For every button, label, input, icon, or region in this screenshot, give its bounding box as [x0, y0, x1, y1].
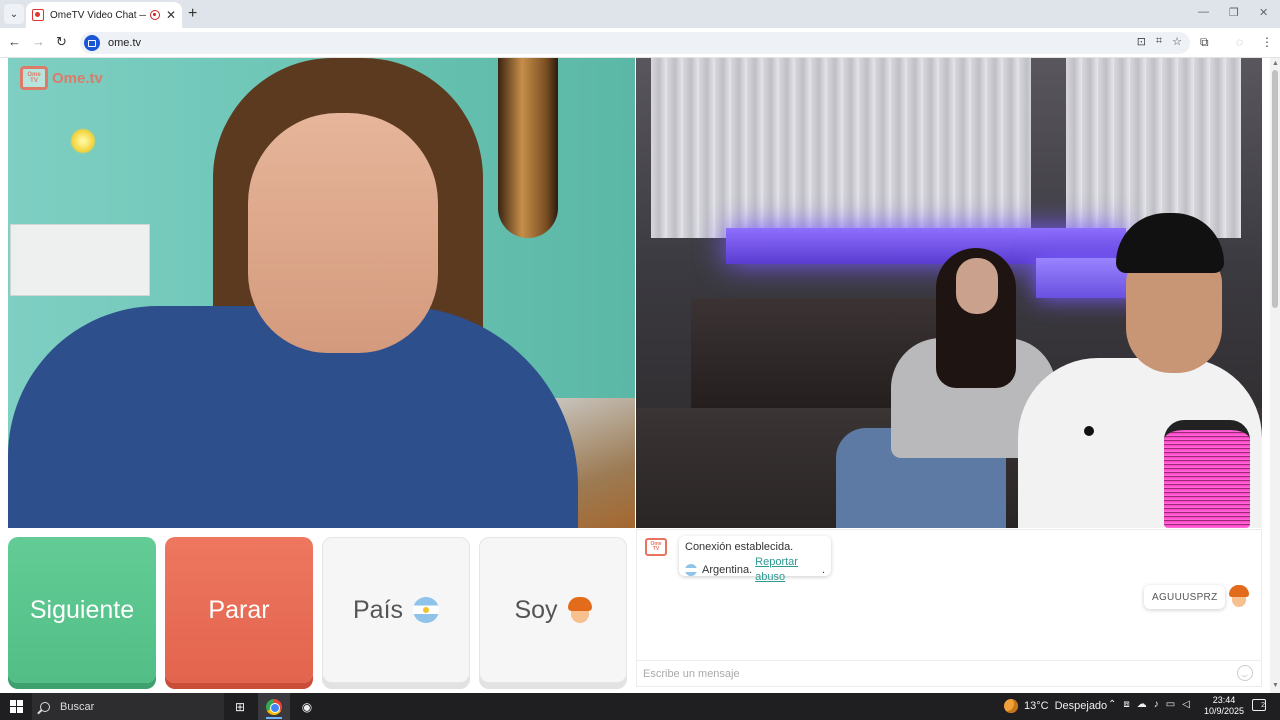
minimize-button[interactable]: —: [1198, 6, 1209, 18]
gender-button[interactable]: Soy: [479, 537, 627, 683]
translate-icon[interactable]: ⌗: [1156, 35, 1162, 48]
curtain-right: [1066, 58, 1241, 238]
star-icon[interactable]: ☆: [1172, 35, 1182, 48]
browser-toolbar: ← → ↻ ome.tv ⊡ ⌗ ☆ ⧉ ◌ ⋮: [0, 28, 1280, 58]
tab-ometv[interactable]: OmeTV Video Chat — Ome ✕: [26, 2, 182, 28]
microphone-icon[interactable]: ♪: [1154, 699, 1159, 710]
recording-icon: [149, 10, 160, 20]
report-abuse-link[interactable]: Reportar abuso: [755, 555, 822, 585]
user-message: AGUUUSPRZ: [1144, 585, 1226, 609]
moon-icon: [1004, 699, 1018, 713]
system-message: Conexión establecida. Argentina. Reporta…: [679, 536, 831, 583]
chat-panel: Ome TV Conexión establecida. Argentina. …: [636, 529, 1262, 687]
weather-text: Despejado: [1054, 700, 1108, 712]
page-scrollbar[interactable]: ▲ ▼: [1270, 58, 1280, 693]
country-button-label: País: [352, 595, 404, 624]
wall-paper: [10, 224, 150, 296]
emoji-icon[interactable]: [1237, 665, 1253, 681]
maximize-button[interactable]: ❐: [1229, 6, 1239, 19]
gender-button-label: Soy: [514, 595, 558, 624]
country-button[interactable]: País: [322, 537, 470, 683]
back-button[interactable]: ←: [8, 34, 21, 49]
volume-icon[interactable]: ◁: [1182, 699, 1190, 710]
chat-input-area: [637, 660, 1261, 686]
clock[interactable]: 23:44 10/9/2025: [1200, 695, 1248, 717]
stop-button[interactable]: Parar: [165, 537, 313, 683]
username-text: AGUUUSPRZ: [1152, 591, 1218, 603]
forward-button[interactable]: →: [32, 34, 45, 49]
stop-button-label: Parar: [208, 595, 270, 624]
local-video: Ome TV Ome.tv: [8, 58, 635, 528]
curtain-left: [651, 58, 1031, 238]
message-input[interactable]: [643, 662, 1223, 685]
system-tray: ⌃ ⧈ ☁ ♪ ▭ ◁: [1108, 699, 1190, 710]
new-tab-button[interactable]: +: [188, 5, 197, 23]
next-button[interactable]: Siguiente: [8, 537, 156, 683]
scroll-down-arrow-icon[interactable]: ▼: [1272, 682, 1279, 689]
argentina-flag-icon: [413, 597, 440, 623]
url-text: ome.tv: [108, 37, 142, 49]
screen-recorder-icon[interactable]: ◉: [297, 697, 317, 717]
task-view-icon[interactable]: ⊞: [230, 697, 250, 717]
clock-date: 10/9/2025: [1203, 706, 1245, 716]
close-window-button[interactable]: ✕: [1259, 6, 1268, 19]
taskbar-search[interactable]: Buscar: [32, 693, 224, 720]
tray-chevron-icon[interactable]: ⌃: [1108, 699, 1116, 710]
ometv-page: Ome TV Ome.tv Siguiente Parar País Soy O…: [0, 58, 1280, 693]
remote-girl-face: [956, 258, 998, 314]
country-text: Argentina.: [702, 563, 753, 576]
reload-button[interactable]: ↻: [56, 34, 67, 50]
chrome-icon[interactable]: [264, 697, 284, 717]
site-info-icon[interactable]: [84, 35, 100, 51]
ometv-logo: Ome TV Ome.tv: [20, 66, 103, 90]
tab-close-button[interactable]: ✕: [166, 8, 176, 22]
windows-start-icon[interactable]: [10, 700, 23, 713]
weather-temp: 13°C: [1024, 700, 1049, 712]
menu-icon[interactable]: ⋮: [1261, 35, 1273, 49]
tab-title: OmeTV Video Chat — Ome: [50, 9, 146, 21]
install-icon[interactable]: ⊡: [1137, 35, 1146, 48]
extensions-icon[interactable]: ⧉: [1200, 35, 1209, 50]
connection-established-text: Conexión establecida.: [685, 541, 794, 553]
ometv-tv-icon: Ome TV: [20, 66, 48, 90]
clock-time: 23:44: [1212, 695, 1236, 705]
tab-strip: ⌄ OmeTV Video Chat — Ome ✕ + — ❐ ✕: [0, 0, 1280, 28]
notification-icon[interactable]: 2: [1252, 699, 1266, 711]
next-button-label: Siguiente: [29, 595, 135, 624]
shirt-button: [1084, 426, 1094, 436]
argentina-flag-icon: [685, 564, 697, 576]
report-suffix: .: [821, 563, 825, 576]
notification-count: 2: [1261, 702, 1265, 709]
user-avatar-icon: [1229, 585, 1249, 609]
rgb-speaker: [1164, 420, 1250, 528]
remote-video: [636, 58, 1262, 528]
local-person-face: [248, 113, 438, 353]
scroll-thumb[interactable]: [1272, 70, 1278, 308]
ometv-logo-text: Ome.tv: [52, 69, 103, 87]
ometv-chat-icon: Ome TV: [645, 538, 667, 556]
profile-icon[interactable]: ◌: [1236, 35, 1243, 49]
weather-widget[interactable]: 13°C Despejado: [1004, 699, 1107, 713]
boy-emoji-icon: [567, 597, 592, 623]
search-icon: [40, 701, 50, 712]
scroll-up-arrow-icon[interactable]: ▲: [1272, 60, 1279, 67]
cloud-icon[interactable]: ☁: [1137, 699, 1147, 710]
taskbar-search-label: Buscar: [60, 700, 95, 713]
tab-search-button[interactable]: ⌄: [4, 4, 24, 24]
wall-decoration: [498, 58, 558, 238]
windows-taskbar: Buscar ⊞ ◉ 13°C Despejado ⌃ ⧈ ☁ ♪ ▭ ◁ 23…: [0, 693, 1280, 720]
network-icon[interactable]: ▭: [1166, 699, 1175, 710]
address-bar[interactable]: ome.tv ⊡ ⌗ ☆: [80, 32, 1190, 54]
app-tray-icon[interactable]: ⧈: [1123, 699, 1129, 710]
ometv-favicon-icon: [32, 9, 44, 21]
lamp-light: [70, 128, 96, 154]
